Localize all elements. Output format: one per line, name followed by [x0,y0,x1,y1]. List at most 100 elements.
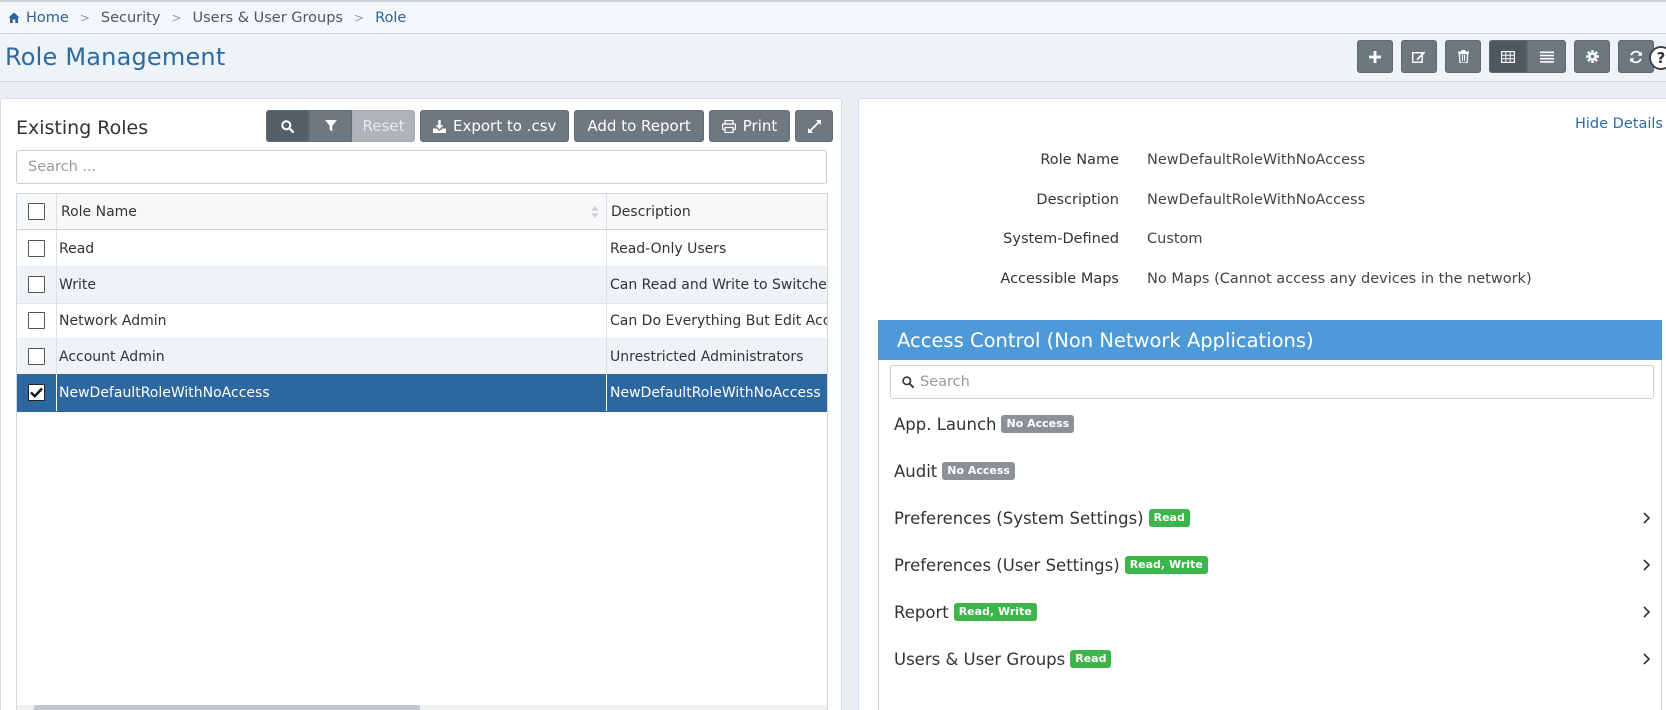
hide-details-label: Hide Details [1575,116,1663,132]
role-description-cell: Can Do Everything But Edit Accounts [610,312,827,329]
horizontal-scrollbar[interactable] [17,705,827,710]
roles-toolbar: Reset Export to .csv Add to Report Print [266,110,838,142]
column-header-label: Role Name [61,203,137,220]
detail-label: System-Defined [1003,231,1119,247]
table-row[interactable]: Write Can Read and Write to Switches [17,266,827,304]
add-to-report-button[interactable]: Add to Report [574,110,704,142]
access-item-name: Users & User Groups [894,649,1066,669]
access-control-search-input[interactable]: Search [890,365,1654,399]
print-label: Print [742,117,778,135]
panel-title: Existing Roles [16,117,149,139]
role-name-cell: Write [57,266,607,303]
detail-label: Accessible Maps [1000,271,1119,287]
row-checkbox-cell [17,266,57,303]
printer-icon [721,119,736,133]
breadcrumb-users-groups[interactable]: Users & User Groups [193,10,344,26]
permission-badge: No Access [942,462,1015,480]
table-row[interactable]: Network Admin Can Do Everything But Edit… [17,302,827,340]
page-title: Role Management [5,43,226,71]
table-row-selected[interactable]: NewDefaultRoleWithNoAccess NewDefaultRol… [17,374,827,412]
access-item-app-launch: App. Launch No Access [894,410,1650,438]
plus-icon [1369,50,1381,63]
chevron-right-icon[interactable] [1643,512,1650,524]
access-item-preferences-system[interactable]: Preferences (System Settings) Read [894,504,1650,532]
row-checkbox-cell [17,302,57,339]
detail-value: Custom [1147,231,1203,247]
breadcrumb-separator: > [79,10,90,25]
detail-value: NewDefaultRoleWithNoAccess [1147,152,1366,168]
role-name-cell: NewDefaultRoleWithNoAccess [57,374,607,411]
detail-row-description: Description NewDefaultRoleWithNoAccess [859,192,1659,208]
download-icon [433,119,446,133]
grid-view-icon [1501,50,1515,63]
roles-search-input[interactable]: Search ... [16,150,827,184]
table-header: Role Name Description [17,194,827,230]
breadcrumb-role: Role [375,9,407,26]
add-button[interactable] [1357,40,1393,73]
table-row[interactable]: Read Read-Only Users [17,230,827,268]
expand-button[interactable] [795,110,834,142]
search-placeholder: Search [920,374,970,390]
access-item-report[interactable]: Report Read, Write [894,598,1650,626]
list-view-button[interactable] [1527,40,1566,73]
export-csv-button[interactable]: Export to .csv [420,110,570,142]
permission-badge: No Access [1001,415,1075,433]
detail-row-role-name: Role Name NewDefaultRoleWithNoAccess [859,152,1659,168]
sort-icon [591,206,599,218]
settings-button[interactable] [1574,40,1610,73]
breadcrumb-separator: > [354,10,365,25]
filter-icon [324,120,337,132]
access-item-name: Preferences (User Settings) [894,555,1120,575]
reset-button[interactable]: Reset [352,110,415,142]
print-button[interactable]: Print [708,110,791,142]
row-checkbox[interactable] [28,276,45,293]
access-item-preferences-user[interactable]: Preferences (User Settings) Read, Write [894,551,1650,579]
existing-roles-panel: Existing Roles Reset Export to .csv Add … [0,98,842,710]
row-checkbox[interactable] [28,312,45,329]
row-checkbox[interactable] [28,240,45,257]
row-checkbox-checked[interactable] [28,384,45,401]
breadcrumb-home[interactable]: Home [26,10,69,26]
breadcrumb: Home > Security > Users & User Groups > … [0,0,1666,34]
chevron-right-icon[interactable] [1643,559,1650,571]
column-header-description[interactable]: Description [607,194,827,229]
filter-button[interactable] [309,110,352,142]
search-icon [281,119,294,133]
scrollbar-thumb[interactable] [34,705,420,710]
access-item-users-groups[interactable]: Users & User Groups Read [894,645,1650,673]
permission-badge: Read [1070,650,1112,668]
edit-button[interactable] [1401,40,1437,73]
help-icon[interactable]: ? [1649,46,1666,70]
expand-icon [807,119,821,133]
row-checkbox[interactable] [28,348,45,365]
role-details-panel: Hide Details Role Name NewDefaultRoleWit… [858,98,1666,710]
chevron-right-icon[interactable] [1643,606,1650,618]
detail-value: No Maps (Cannot access any devices in th… [1147,271,1532,287]
role-description-cell: NewDefaultRoleWithNoAccess [610,384,821,401]
edit-icon [1412,51,1426,63]
column-header-role-name[interactable]: Role Name [57,194,607,229]
access-item-name: Audit [894,461,938,481]
grid-view-button[interactable] [1489,40,1527,73]
list-view-icon [1539,51,1554,63]
roles-table: Role Name Description Read Read-Only Use… [16,193,828,710]
role-description-cell: Read-Only Users [610,240,727,257]
delete-button[interactable] [1445,40,1481,73]
detail-value: NewDefaultRoleWithNoAccess [1147,192,1366,208]
role-name-cell: Account Admin [57,338,607,375]
search-button[interactable] [266,110,309,142]
access-item-name: Report [894,602,949,622]
access-item-name: Preferences (System Settings) [894,508,1144,528]
search-icon [902,376,914,388]
toolbar [1357,40,1654,73]
chevron-right-icon[interactable] [1643,653,1650,665]
breadcrumb-security[interactable]: Security [101,10,161,26]
permission-badge: Read, Write [1124,556,1208,574]
detail-label: Role Name [1040,152,1119,168]
row-checkbox-cell [17,374,57,411]
table-row[interactable]: Account Admin Unrestricted Administrator… [17,338,827,376]
access-control-list: Search App. Launch No Access Audit No Ac… [878,360,1662,710]
hide-details-link[interactable]: Hide Details [1575,116,1663,132]
checkmark-icon [30,387,43,398]
select-all-checkbox[interactable] [28,203,45,220]
